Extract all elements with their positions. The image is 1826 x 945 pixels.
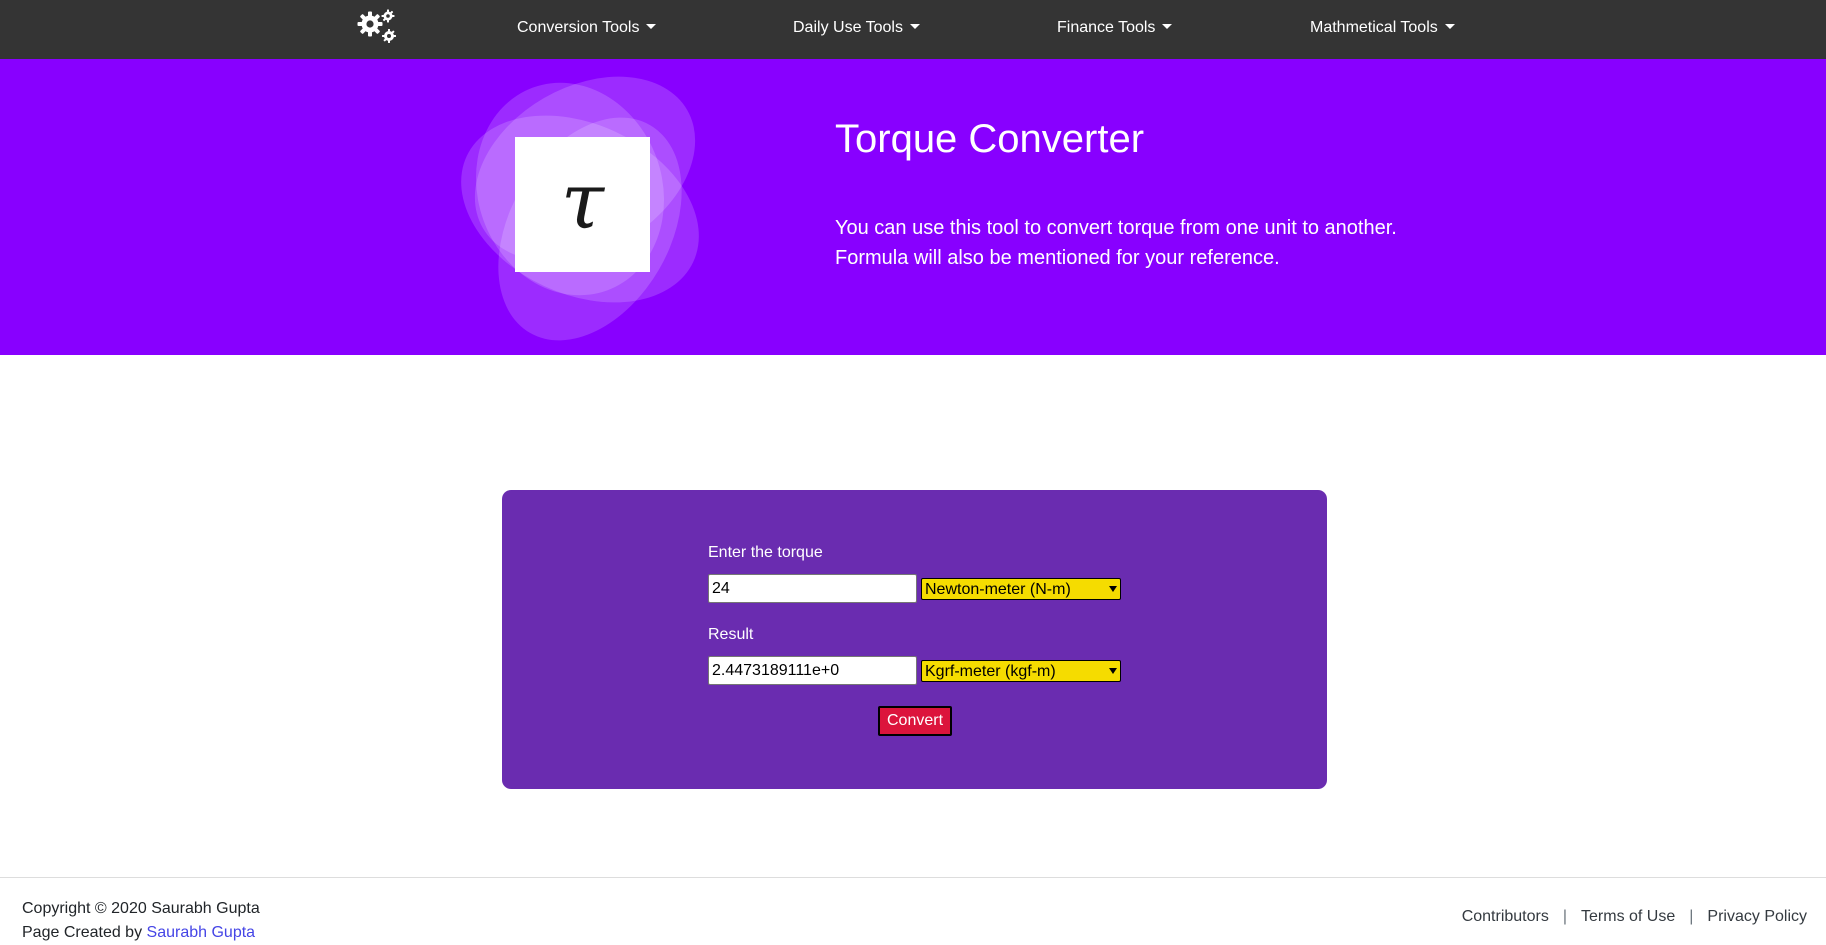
hero-banner: τ Torque Converter You can use this tool… [0, 59, 1826, 355]
description-line-1: You can use this tool to convert torque … [835, 217, 1397, 239]
nav-daily-use-tools-label: Daily Use Tools [793, 19, 903, 36]
copyright-text: Copyright © 2020 Saurabh Gupta [22, 900, 260, 917]
contributors-link[interactable]: Contributors [1462, 908, 1549, 925]
caret-down-icon [909, 24, 920, 29]
torque-input-label: Enter the torque [708, 544, 823, 561]
nav-conversion-tools[interactable]: Conversion Tools [517, 0, 657, 55]
footer-separator: | [1562, 908, 1568, 925]
footer-separator: | [1689, 908, 1694, 925]
nav-finance-tools[interactable]: Finance Tools [1057, 0, 1173, 55]
chevron-down-icon [1109, 586, 1117, 592]
page-description: You can use this tool to convert torque … [835, 213, 1455, 273]
tau-icon: τ [560, 156, 605, 247]
gears-icon[interactable] [357, 9, 397, 45]
nav-mathmetical-tools[interactable]: Mathmetical Tools [1310, 0, 1455, 55]
page-title: Torque Converter [835, 117, 1145, 161]
result-unit-value: Kgrf-meter (kgf-m) [925, 662, 1056, 680]
caret-down-icon [1444, 24, 1455, 29]
input-unit-select[interactable]: Newton-meter (N-m) [921, 578, 1121, 600]
created-by-prefix: Page Created by [22, 924, 143, 941]
top-navbar: Conversion Tools Daily Use Tools Finance… [0, 0, 1826, 59]
description-line-2: Formula will also be mentioned for your … [835, 247, 1280, 269]
nav-conversion-tools-label: Conversion Tools [517, 19, 640, 36]
nav-daily-use-tools[interactable]: Daily Use Tools [793, 0, 920, 55]
page-footer: Copyright © 2020 Saurabh Gupta Page Crea… [0, 877, 1826, 945]
result-output[interactable]: 2.4473189111e+0 [708, 656, 917, 685]
result-unit-select[interactable]: Kgrf-meter (kgf-m) [921, 660, 1121, 682]
torque-input[interactable]: 24 [708, 574, 917, 603]
footer-credits: Copyright © 2020 Saurabh Gupta Page Crea… [22, 897, 260, 945]
result-label: Result [708, 626, 754, 643]
caret-down-icon [1162, 24, 1173, 29]
nav-mathmetical-tools-label: Mathmetical Tools [1310, 19, 1438, 36]
footer-links: Contributors | Terms of Use | Privacy Policy [1462, 908, 1807, 926]
caret-down-icon [646, 24, 657, 29]
convert-button[interactable]: Convert [878, 706, 952, 736]
nav-finance-tools-label: Finance Tools [1057, 19, 1156, 36]
terms-of-use-link[interactable]: Terms of Use [1581, 908, 1675, 925]
chevron-down-icon [1109, 668, 1117, 674]
privacy-policy-link[interactable]: Privacy Policy [1707, 908, 1807, 925]
input-unit-value: Newton-meter (N-m) [925, 580, 1071, 598]
torque-icon-box: τ [515, 137, 650, 272]
author-link[interactable]: Saurabh Gupta [147, 924, 256, 941]
converter-card: Enter the torque 24 Newton-meter (N-m) R… [502, 490, 1327, 789]
created-by-line: Page Created by Saurabh Gupta [22, 921, 260, 945]
